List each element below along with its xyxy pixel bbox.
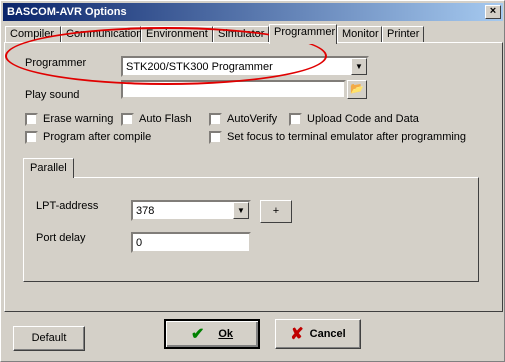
parallel-panel: LPT-address 378 ▼ + Port delay 0 bbox=[23, 177, 479, 282]
cancel-button-label: Cancel bbox=[309, 328, 346, 340]
tab-label: Printer bbox=[387, 28, 420, 40]
tab-parallel[interactable]: Parallel bbox=[23, 158, 74, 178]
tab-programmer[interactable]: Programmer bbox=[269, 24, 337, 44]
programmer-select[interactable]: STK200/STK300 Programmer ▼ bbox=[121, 56, 369, 77]
programmer-value: STK200/STK300 Programmer bbox=[126, 61, 273, 73]
tab-communication[interactable]: Communication bbox=[61, 26, 143, 43]
tab-label: Simulator bbox=[218, 28, 265, 40]
checkbox-box[interactable] bbox=[121, 113, 134, 126]
checkbox-box[interactable] bbox=[209, 113, 222, 126]
checkbox-label: Upload Code and Data bbox=[307, 113, 419, 125]
plus-icon: + bbox=[272, 205, 280, 217]
tab-simulator[interactable]: Simulator bbox=[213, 26, 269, 43]
lpt-address-value: 378 bbox=[136, 205, 155, 217]
checkbox-box[interactable] bbox=[25, 113, 38, 126]
tab-label: Parallel bbox=[30, 162, 67, 174]
tab-monitor[interactable]: Monitor bbox=[337, 26, 382, 43]
checkbox-box[interactable] bbox=[289, 113, 302, 126]
play-sound-input[interactable] bbox=[121, 80, 346, 99]
close-button[interactable]: × bbox=[485, 5, 501, 19]
tab-label: Compiler bbox=[10, 28, 55, 40]
default-button-label: Default bbox=[31, 332, 67, 344]
window-title: BASCOM-AVR Options bbox=[7, 6, 127, 18]
tab-label: Monitor bbox=[342, 28, 379, 40]
port-delay-input[interactable]: 0 bbox=[131, 232, 251, 253]
options-dialog: BASCOM-AVR Options × Compiler Communicat… bbox=[0, 0, 505, 362]
title-bar[interactable]: BASCOM-AVR Options × bbox=[3, 3, 503, 21]
port-delay-value: 0 bbox=[136, 237, 143, 249]
ok-button-label: Ok bbox=[218, 328, 234, 340]
tab-printer[interactable]: Printer bbox=[382, 26, 424, 43]
tab-label: Communication bbox=[66, 28, 143, 40]
tab-compiler[interactable]: Compiler bbox=[5, 26, 61, 43]
programmer-label: Programmer bbox=[25, 57, 87, 69]
checkbox-box[interactable] bbox=[25, 131, 38, 144]
cancel-x-icon: ✘ bbox=[290, 326, 304, 343]
add-lpt-button[interactable]: + bbox=[260, 200, 292, 223]
lpt-address-select[interactable]: 378 ▼ bbox=[131, 200, 251, 221]
close-icon: × bbox=[489, 5, 497, 17]
check-icon: ✔ bbox=[190, 326, 205, 343]
port-delay-label: Port delay bbox=[36, 232, 86, 244]
play-sound-label: Play sound bbox=[25, 89, 80, 101]
chevron-down-icon[interactable]: ▼ bbox=[233, 202, 249, 219]
checkbox-label: Erase warning bbox=[43, 113, 114, 125]
chevron-down-icon[interactable]: ▼ bbox=[351, 58, 367, 75]
ok-button[interactable]: ✔ Ok bbox=[164, 319, 260, 349]
cancel-button[interactable]: ✘ Cancel bbox=[275, 319, 361, 349]
browse-folder-button[interactable]: 📂 bbox=[347, 80, 367, 99]
folder-open-icon: 📂 bbox=[350, 83, 364, 95]
checkbox-label: Set focus to terminal emulator after pro… bbox=[227, 131, 467, 143]
checkbox-label: Program after compile bbox=[43, 131, 152, 143]
default-button[interactable]: Default bbox=[13, 326, 85, 351]
tab-label: Programmer bbox=[274, 26, 336, 38]
tab-label: Environment bbox=[146, 28, 208, 40]
checkbox-box[interactable] bbox=[209, 131, 222, 144]
checkbox-label: AutoVerify bbox=[227, 113, 278, 125]
checkbox-label: Auto Flash bbox=[139, 113, 192, 125]
lpt-address-label: LPT-address bbox=[36, 200, 99, 212]
tab-environment[interactable]: Environment bbox=[141, 26, 213, 43]
